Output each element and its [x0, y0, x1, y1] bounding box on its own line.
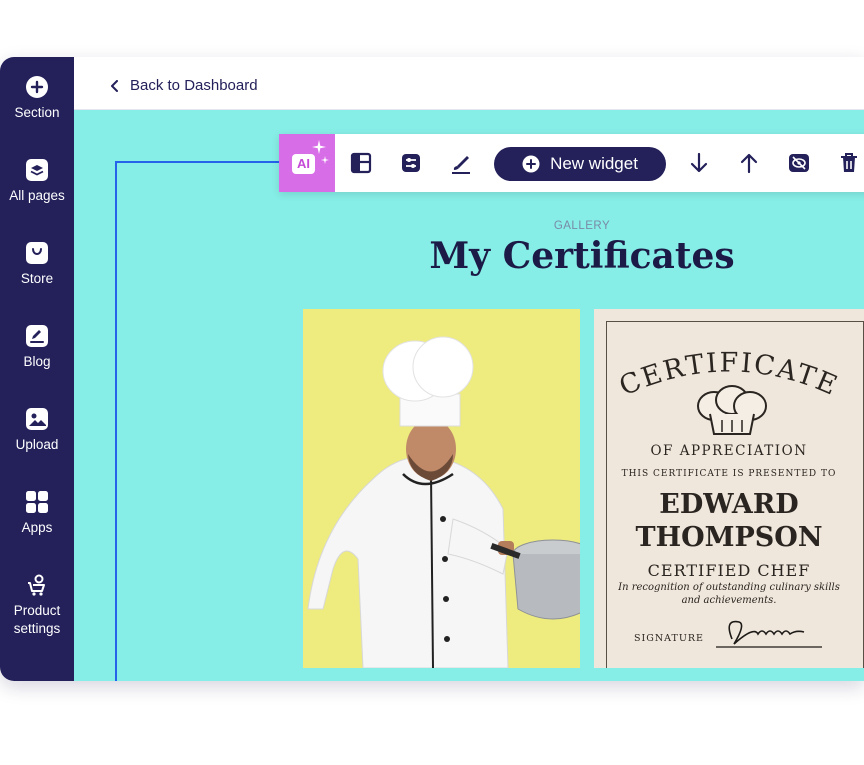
sidebar: Section All pages Store Blog Upload Apps… — [0, 57, 74, 681]
layers-icon — [26, 159, 48, 181]
ai-button[interactable]: AI — [279, 134, 335, 192]
sidebar-item-label: Upload — [15, 437, 59, 452]
arrow-up-icon[interactable] — [737, 151, 761, 175]
edit-icon — [26, 325, 48, 347]
image-icon — [26, 408, 48, 430]
recipient-first-name: EDWARD — [659, 489, 799, 520]
recipient-last-name: THOMPSON — [635, 522, 823, 553]
sidebar-item-store[interactable]: Store — [0, 241, 74, 288]
plus-circle-icon — [522, 155, 540, 173]
sidebar-item-section[interactable]: Section — [0, 75, 74, 122]
sidebar-item-label: Product settings — [13, 603, 61, 636]
bag-icon — [26, 242, 48, 264]
brush-icon[interactable] — [449, 151, 473, 175]
page-title: My Certificates — [429, 235, 735, 277]
sidebar-item-all-pages[interactable]: All pages — [0, 158, 74, 205]
page-canvas[interactable]: GALLERY My Certificates CERTIFICATE OF A… — [74, 110, 864, 681]
selection-outline — [115, 161, 285, 163]
sparkle-small-icon — [321, 156, 329, 164]
sidebar-item-label: Store — [20, 271, 54, 286]
sidebar-item-blog[interactable]: Blog — [0, 324, 74, 371]
arrow-down-icon[interactable] — [687, 151, 711, 175]
sidebar-item-product-settings[interactable]: Product settings — [0, 573, 74, 638]
back-label: Back to Dashboard — [130, 77, 258, 94]
trash-icon[interactable] — [837, 151, 861, 175]
grid-icon — [26, 491, 48, 513]
certificate-recognition-line1: In recognition of outstanding culinary s… — [618, 582, 840, 593]
sidebar-item-label: All pages — [9, 188, 65, 203]
hide-icon[interactable] — [787, 151, 811, 175]
gallery-label: GALLERY — [553, 220, 611, 232]
ai-badge: AI — [292, 154, 315, 174]
signature-scribble — [716, 620, 822, 648]
cart-gear-icon — [28, 574, 45, 596]
sidebar-item-apps[interactable]: Apps — [0, 490, 74, 537]
new-widget-label: New widget — [550, 154, 638, 173]
widget-toolbar: AI New widget — [279, 134, 864, 192]
new-widget-button[interactable]: New widget — [494, 147, 666, 181]
top-bar: Back to Dashboard — [74, 57, 864, 110]
chevron-left-icon — [111, 79, 118, 92]
editor-window: Section All pages Store Blog Upload Apps… — [0, 57, 864, 681]
sparkle-icon — [312, 140, 326, 154]
chef-illustration — [307, 336, 580, 668]
chef-photo[interactable] — [303, 309, 580, 668]
sidebar-item-label: Section — [14, 105, 60, 120]
certificate-role: CERTIFIED CHEF — [647, 561, 811, 580]
sidebar-item-label: Apps — [21, 520, 53, 535]
certificate-photo[interactable]: CERTIFICATE OF APPRECIATION THIS CERTIFI… — [594, 309, 864, 668]
layout-icon[interactable] — [349, 151, 373, 175]
certificate-recognition-line2: and achievements. — [681, 595, 777, 606]
sidebar-item-upload[interactable]: Upload — [0, 407, 74, 454]
signature-label: SIGNATURE — [634, 633, 704, 644]
settings-sliders-icon[interactable] — [399, 151, 423, 175]
plus-circle-icon — [26, 76, 48, 98]
back-to-dashboard-link[interactable]: Back to Dashboard — [110, 77, 258, 94]
certificate-presented-text: THIS CERTIFICATE IS PRESENTED TO — [621, 469, 837, 479]
certificate-subheading: OF APPRECIATION — [650, 443, 808, 459]
chef-hat-icon — [697, 385, 767, 435]
sidebar-item-label: Blog — [23, 354, 51, 369]
